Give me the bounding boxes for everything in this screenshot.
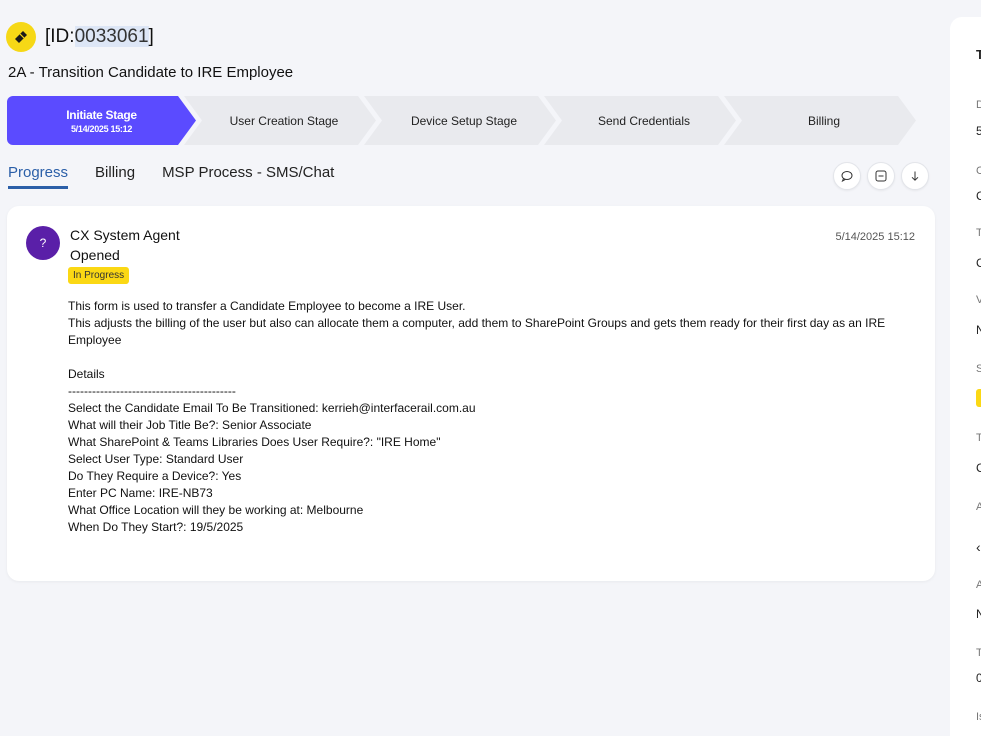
activity-author: CX System Agent	[70, 227, 180, 243]
stage-name: Initiate Stage	[66, 107, 137, 122]
panel-value[interactable]: ‹	[976, 539, 981, 555]
download-icon	[911, 171, 919, 181]
stage-user-creation[interactable]: User Creation Stage	[184, 96, 376, 145]
panel-label: T	[976, 432, 981, 444]
ticket-subtitle: 2A - Transition Candidate to IRE Employe…	[8, 64, 294, 81]
stage-initiate[interactable]: Initiate Stage 5/14/2025 15:12	[7, 96, 196, 145]
activity-toolbar	[833, 162, 935, 190]
panel-value[interactable]: C	[976, 461, 981, 475]
activity-action: Opened	[70, 247, 120, 263]
panel-value[interactable]: N	[976, 323, 981, 337]
ticket-id-prefix: [ID:	[45, 26, 75, 47]
comment-icon	[841, 171, 853, 183]
tab-billing[interactable]: Billing	[95, 164, 135, 189]
panel-label: S	[976, 363, 981, 375]
tab-bar: Progress Billing MSP Process - SMS/Chat	[8, 164, 361, 190]
stage-date: 5/14/2025 15:12	[70, 123, 133, 134]
panel-label: A	[976, 501, 981, 513]
panel-value[interactable]: C	[976, 189, 981, 203]
activity-timestamp: 5/14/2025 15:12	[835, 231, 915, 243]
stage-name: Billing	[807, 113, 840, 128]
status-badge: In Progress	[68, 267, 130, 284]
panel-status-badge[interactable]	[976, 389, 981, 407]
panel-label: D	[976, 99, 981, 111]
panel-value[interactable]: C	[976, 256, 981, 270]
panel-label: A	[976, 579, 981, 591]
ticket-id: [ID:0033061]	[45, 26, 154, 48]
stage-send-credentials[interactable]: Send Credentials	[544, 96, 736, 145]
stage-name: Send Credentials	[597, 113, 691, 128]
panel-value[interactable]: N	[976, 607, 981, 621]
collapse-icon	[875, 170, 887, 182]
stage-device-setup[interactable]: Device Setup Stage	[364, 96, 556, 145]
stage-billing[interactable]: Billing	[724, 96, 916, 145]
ticket-icon	[6, 22, 36, 52]
panel-header: T	[976, 47, 981, 62]
activity-body: This form is used to transfer a Candidat…	[68, 299, 886, 534]
stage-progress-bar: Initiate Stage 5/14/2025 15:12 User Crea…	[7, 96, 917, 145]
panel-label: Is	[976, 711, 981, 723]
comment-button[interactable]	[833, 162, 861, 190]
collapse-button[interactable]	[867, 162, 895, 190]
ticket-header: [ID:0033061]	[6, 22, 154, 52]
avatar: ?	[26, 226, 60, 260]
download-button[interactable]	[901, 162, 929, 190]
tab-progress[interactable]: Progress	[8, 164, 69, 189]
panel-label: V	[976, 294, 981, 306]
stage-name: Device Setup Stage	[410, 113, 518, 128]
panel-value[interactable]: 5	[976, 124, 981, 138]
tab-msp-process[interactable]: MSP Process - SMS/Chat	[162, 164, 334, 189]
ticket-id-suffix: ]	[148, 26, 154, 47]
panel-value[interactable]: 0	[976, 671, 981, 685]
panel-label: T	[976, 227, 981, 239]
ticket-id-number[interactable]: 0033061	[74, 26, 149, 47]
stage-name: User Creation Stage	[229, 113, 339, 128]
panel-label: T	[976, 647, 981, 659]
details-side-panel: T D 5 C C T C V N S T C A ‹ A N T 0 Is	[950, 17, 981, 736]
activity-card: ? CX System Agent Opened In Progress 5/1…	[7, 206, 935, 581]
panel-label: C	[976, 165, 981, 177]
